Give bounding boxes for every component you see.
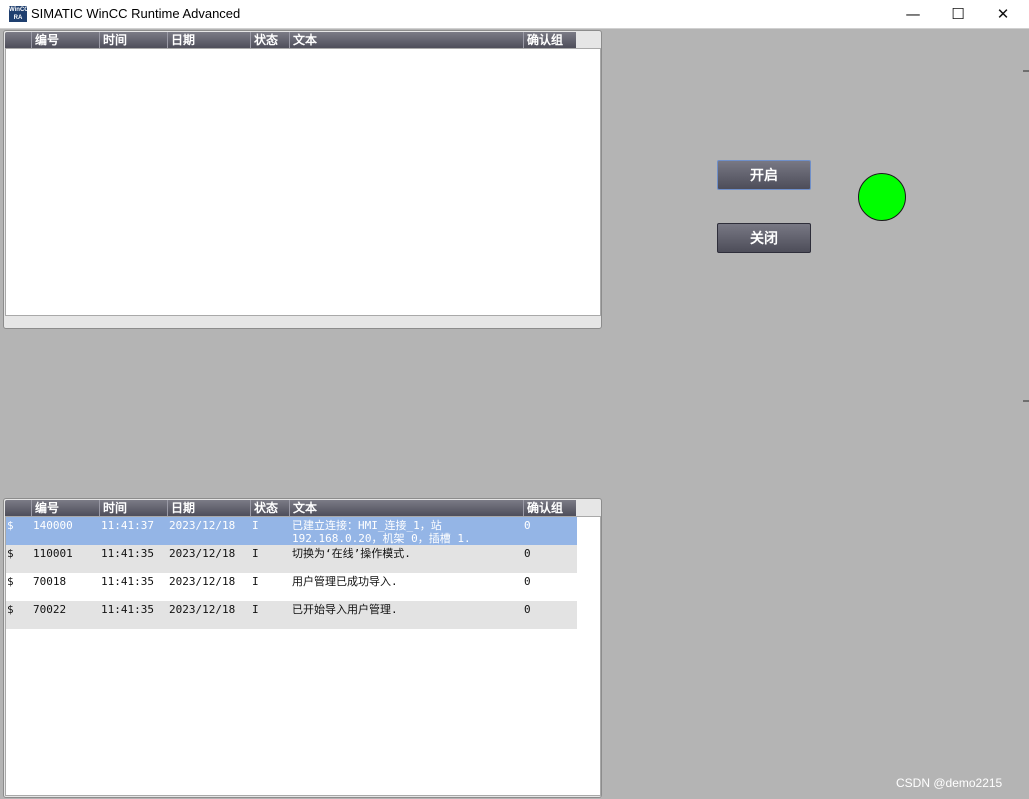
alarm-row[interactable]: $ 70018 11:41:35 2023/12/18 I 用户管理已成功导入.…: [6, 573, 577, 601]
alarm-date: 2023/12/18: [169, 575, 236, 588]
alarm-row[interactable]: $ 110001 11:41:35 2023/12/18 I 切换为‘在线’操作…: [6, 545, 577, 573]
alarm-ack-group: 0: [524, 547, 531, 560]
header-state[interactable]: 状态: [250, 500, 289, 516]
header-date[interactable]: 日期: [167, 32, 250, 48]
alarm-state: I: [252, 519, 259, 532]
window-edge: [1023, 70, 1029, 72]
header-state[interactable]: 状态: [250, 32, 289, 48]
header-id[interactable]: 编号: [31, 500, 99, 516]
minimize-button[interactable]: —: [890, 0, 936, 28]
header-text[interactable]: 文本: [289, 500, 523, 516]
alarm-date: 2023/12/18: [169, 519, 236, 532]
alarm-flag: $: [7, 519, 14, 532]
alarm-ack-group: 0: [524, 603, 531, 616]
alarm-row[interactable]: $ 140000 11:41:37 2023/12/18 I 已建立连接：HMI…: [6, 517, 577, 545]
alarm-list-bottom[interactable]: $ 140000 11:41:37 2023/12/18 I 已建立连接：HMI…: [5, 516, 601, 796]
alarm-text: 已开始导入用户管理.: [292, 603, 398, 616]
alarm-id: 110001: [33, 547, 73, 560]
alarm-id: 140000: [33, 519, 73, 532]
title-bar: WinCC RA SIMATIC WinCC Runtime Advanced …: [0, 0, 1029, 29]
alarm-time: 11:41:35: [101, 575, 154, 588]
maximize-button[interactable]: ☐: [935, 0, 981, 28]
alarm-ack-group: 0: [524, 575, 531, 588]
header-time[interactable]: 时间: [99, 32, 167, 48]
open-button[interactable]: 开启: [717, 160, 811, 190]
alarm-header: 编号 时间 日期 状态 文本 确认组: [5, 500, 576, 516]
alarm-state: I: [252, 575, 259, 588]
wincc-app-icon: WinCC RA: [9, 6, 29, 22]
close-button[interactable]: 关闭: [717, 223, 811, 253]
alarm-state: I: [252, 603, 259, 616]
alarm-text: 切换为‘在线’操作模式.: [292, 547, 411, 560]
header-flag: [5, 500, 31, 516]
header-time[interactable]: 时间: [99, 500, 167, 516]
window-edge: [1023, 400, 1029, 402]
alarm-state: I: [252, 547, 259, 560]
alarm-text: 用户管理已成功导入.: [292, 575, 398, 588]
header-date[interactable]: 日期: [167, 500, 250, 516]
watermark: CSDN @demo2215: [896, 776, 1003, 790]
header-ack-group[interactable]: 确认组: [523, 500, 576, 516]
alarm-flag: $: [7, 547, 14, 560]
alarm-row[interactable]: $ 70022 11:41:35 2023/12/18 I 已开始导入用户管理.…: [6, 601, 577, 629]
header-text[interactable]: 文本: [289, 32, 523, 48]
alarm-view-top[interactable]: 编号 时间 日期 状态 文本 确认组: [3, 30, 602, 329]
alarm-flag: $: [7, 575, 14, 588]
alarm-time: 11:41:35: [101, 547, 154, 560]
close-window-button[interactable]: ✕: [980, 0, 1026, 28]
header-id[interactable]: 编号: [31, 32, 99, 48]
alarm-ack-group: 0: [524, 519, 531, 532]
alarm-time: 11:41:35: [101, 603, 154, 616]
status-lamp: [858, 173, 906, 221]
header-flag: [5, 32, 31, 48]
alarm-id: 70018: [33, 575, 67, 588]
header-ack-group[interactable]: 确认组: [523, 32, 576, 48]
alarm-view-bottom[interactable]: 编号 时间 日期 状态 文本 确认组 $ 140000 11:41:37 202…: [3, 498, 602, 798]
alarm-date: 2023/12/18: [169, 547, 236, 560]
alarm-text: 已建立连接：HMI_连接_1，站 192.168.0.20，机架 0，插槽 1.: [292, 519, 471, 545]
alarm-list-top[interactable]: [5, 48, 601, 316]
alarm-header: 编号 时间 日期 状态 文本 确认组: [5, 32, 576, 48]
alarm-time: 11:41:37: [101, 519, 154, 532]
alarm-id: 70022: [33, 603, 67, 616]
window-title: SIMATIC WinCC Runtime Advanced: [31, 6, 241, 21]
alarm-flag: $: [7, 603, 14, 616]
alarm-date: 2023/12/18: [169, 603, 236, 616]
